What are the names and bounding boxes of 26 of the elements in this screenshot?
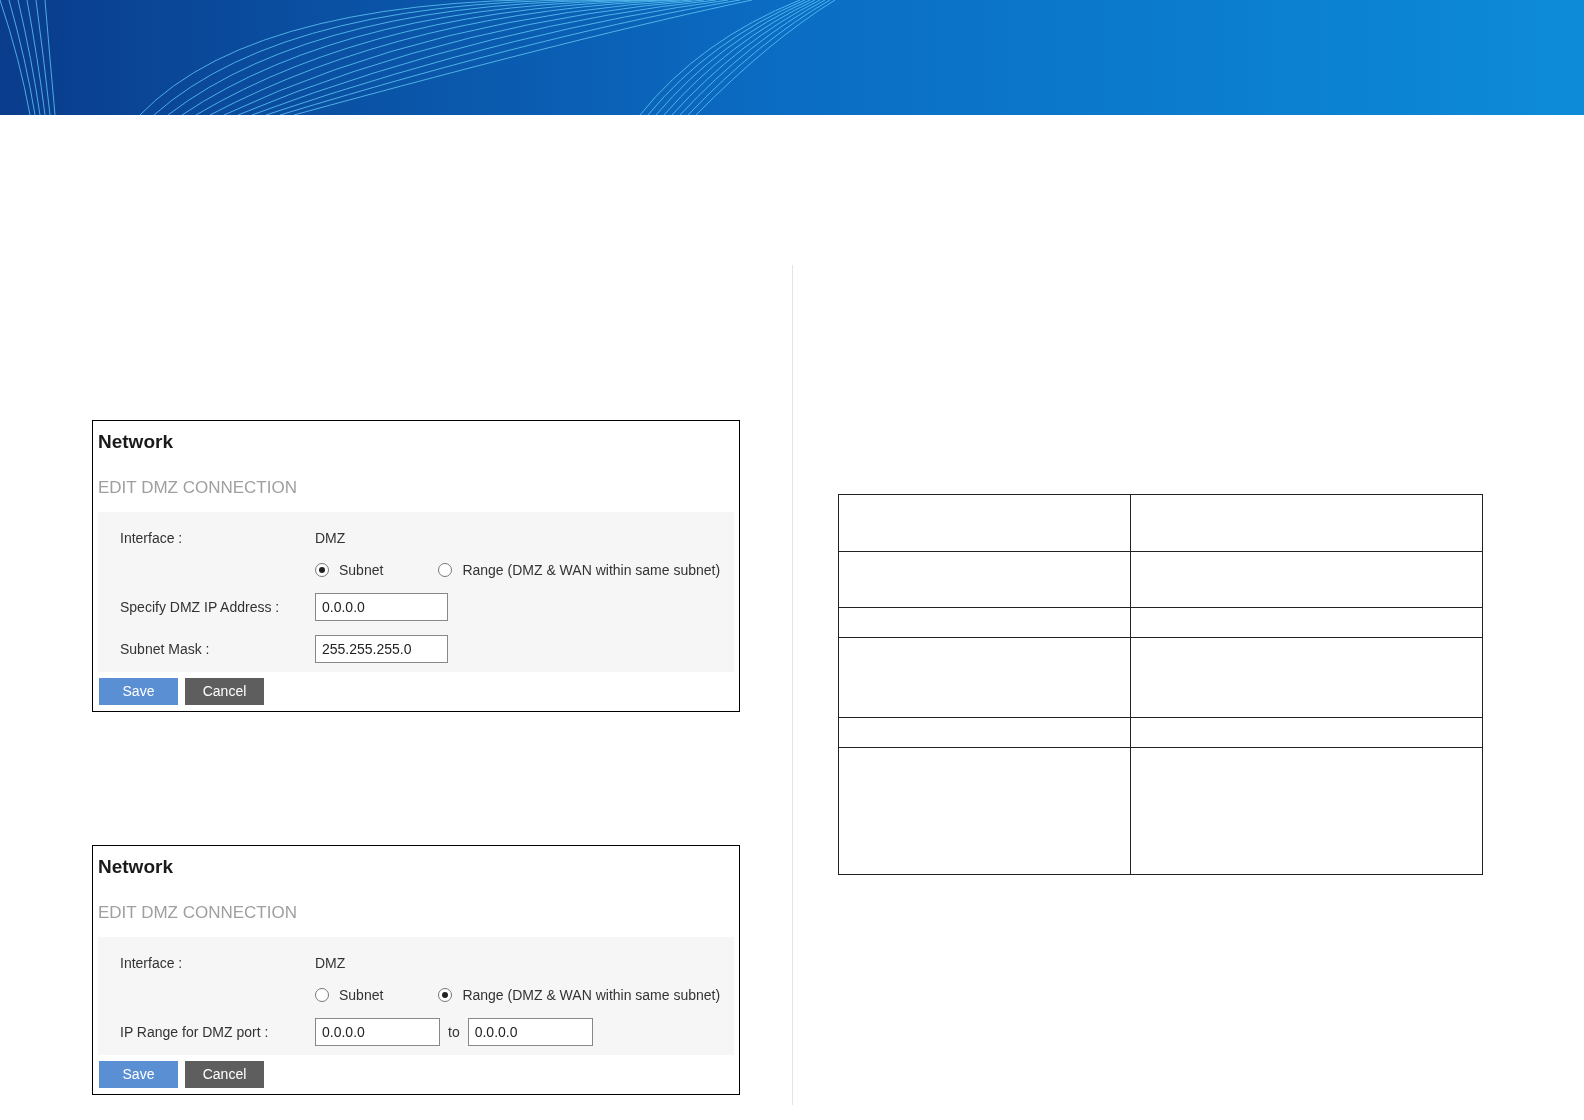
input-field[interactable]: 0.0.0.0 xyxy=(467,1018,593,1046)
section-heading: EDIT DMZ CONNECTION xyxy=(97,476,298,499)
radio-label: Range (DMZ & WAN within same subnet) xyxy=(462,985,721,1005)
cancel-button[interactable]: Cancel xyxy=(185,678,264,705)
cancel-button[interactable]: Cancel xyxy=(185,1061,264,1088)
radio-label: Range (DMZ & WAN within same subnet) xyxy=(462,560,721,580)
field-label: Interface : xyxy=(120,953,184,973)
page-title: Network xyxy=(97,855,174,879)
radio-button[interactable] xyxy=(438,988,453,1002)
section-heading: EDIT DMZ CONNECTION xyxy=(97,901,298,924)
radio-button[interactable] xyxy=(315,563,329,577)
field-value: DMZ xyxy=(315,528,346,548)
field-label: Specify DMZ IP Address : xyxy=(120,597,281,617)
field-label: IP Range for DMZ port : xyxy=(120,1022,270,1042)
radio-label: Subnet xyxy=(339,985,384,1005)
range-separator: to xyxy=(448,1022,460,1042)
input-field[interactable]: 0.0.0.0 xyxy=(315,1018,440,1046)
radio-button[interactable] xyxy=(438,563,453,577)
field-label: Interface : xyxy=(120,528,184,548)
page-title: Network xyxy=(97,430,174,454)
input-field[interactable]: 255.255.255.0 xyxy=(315,635,448,663)
field-value: DMZ xyxy=(315,953,346,973)
radio-button[interactable] xyxy=(315,988,329,1002)
field-label: Subnet Mask : xyxy=(120,639,211,659)
input-field[interactable]: 0.0.0.0 xyxy=(315,593,448,621)
radio-label: Subnet xyxy=(339,560,384,580)
